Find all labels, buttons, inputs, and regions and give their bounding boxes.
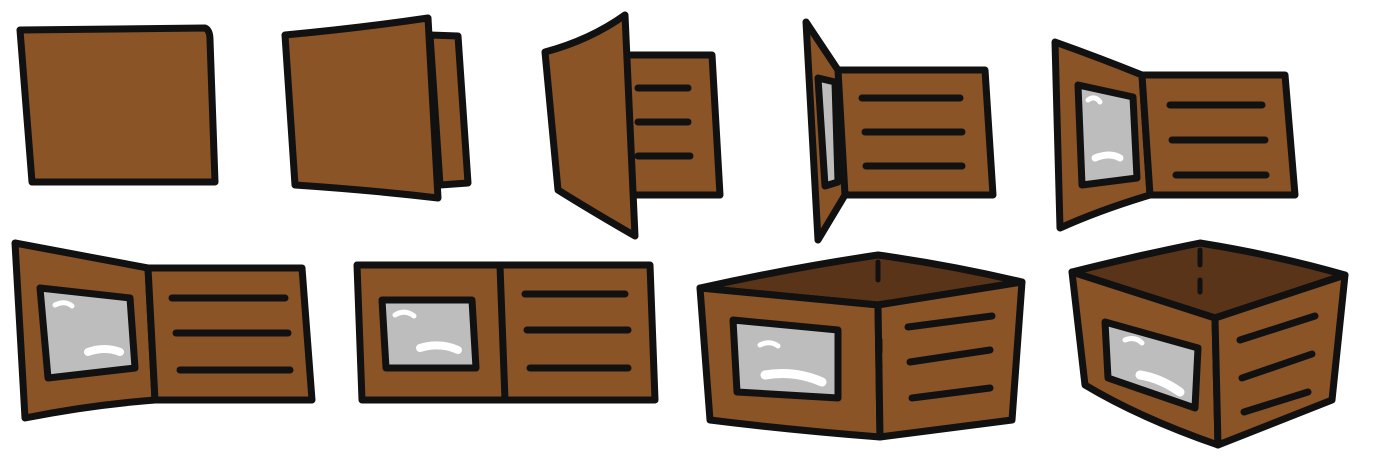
wallet-frame-open-perspective xyxy=(696,251,1026,441)
wallet-icon xyxy=(16,24,219,186)
wallet-frame-opening-half xyxy=(541,11,724,240)
window-highlight xyxy=(416,341,462,354)
wallet-front-cover xyxy=(281,14,442,202)
id-window-icon xyxy=(36,284,139,382)
wallet-frame-closed xyxy=(16,24,219,186)
wallet-front-cover xyxy=(541,11,639,240)
wallet-frame-opening-wide xyxy=(1051,38,1299,232)
wallet-frames-svg xyxy=(11,11,1349,449)
id-window-icon xyxy=(814,74,842,190)
window-highlight xyxy=(84,345,124,356)
wallet-frame-open-flat-front xyxy=(353,261,659,404)
wallet-frame-open-flat-tilted xyxy=(11,239,316,422)
wallet-animation-sheet xyxy=(0,0,1373,466)
window-highlight xyxy=(1091,151,1124,162)
id-window-icon xyxy=(378,296,480,372)
wallet-frame-open-angled xyxy=(1068,239,1349,449)
wallet-fold xyxy=(496,262,509,404)
wallet-frame-opening-slightly xyxy=(281,14,472,202)
wallet-frame-opening-more xyxy=(802,18,997,244)
